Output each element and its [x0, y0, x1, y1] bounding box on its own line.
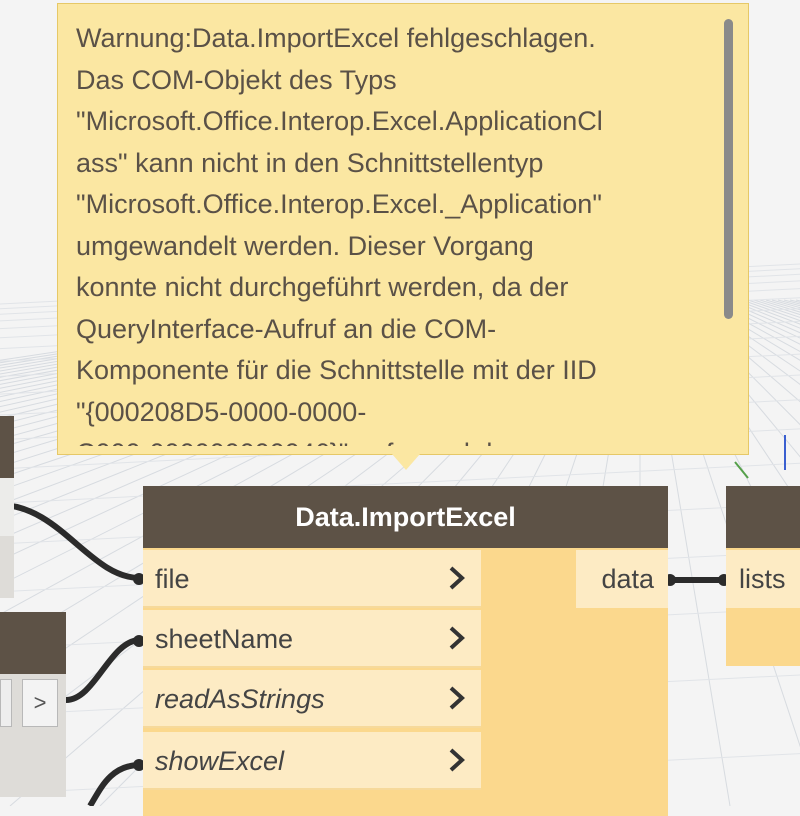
- port-label: lists: [739, 564, 786, 594]
- right-node-partial[interactable]: lists: [726, 486, 800, 666]
- tooltip-scrollbar[interactable]: [724, 19, 733, 319]
- wire-file[interactable]: [0, 502, 141, 581]
- port-label: data: [601, 564, 654, 594]
- left-node-partial[interactable]: >: [0, 612, 66, 797]
- input-port-file[interactable]: file: [143, 550, 481, 608]
- port-label: file: [155, 564, 190, 594]
- chevron-right-icon[interactable]: [445, 623, 469, 653]
- node-output-button[interactable]: >: [22, 679, 58, 727]
- input-port-sheetname[interactable]: sheetName: [143, 610, 481, 668]
- port-label: sheetName: [155, 624, 294, 654]
- input-port-readasstrings[interactable]: readAsStrings: [143, 670, 481, 728]
- port-label: readAsStrings: [155, 684, 325, 714]
- left-node-partial[interactable]: [0, 416, 14, 598]
- wire-sheetname[interactable]: [65, 637, 141, 703]
- dropdown-field[interactable]: [0, 679, 12, 727]
- tooltip-pointer: [392, 454, 420, 470]
- input-port-lists[interactable]: lists: [726, 550, 800, 608]
- import-excel-node[interactable]: Data.ImportExcel file sheetName readAsSt…: [143, 486, 668, 816]
- node-title[interactable]: Data.ImportExcel: [143, 486, 668, 548]
- node-header[interactable]: [0, 416, 14, 478]
- warning-message: Warnung:Data.ImportExcel fehlgeschlagen.…: [76, 23, 603, 446]
- wire-showexcel[interactable]: [87, 762, 141, 806]
- node-header[interactable]: [0, 612, 66, 674]
- chevron-right-icon[interactable]: [445, 563, 469, 593]
- chevron-right-icon[interactable]: [445, 683, 469, 713]
- chevron-right-icon[interactable]: [445, 745, 469, 775]
- output-port-data[interactable]: data: [576, 550, 668, 608]
- port-label: showExcel: [155, 746, 285, 776]
- node-header[interactable]: [726, 486, 800, 548]
- node-port[interactable]: [0, 478, 14, 536]
- warning-tooltip[interactable]: Warnung:Data.ImportExcel fehlgeschlagen.…: [57, 3, 749, 455]
- graph-canvas[interactable]: > Data.ImportExcel file sheetName readAs…: [0, 0, 800, 816]
- input-port-showexcel[interactable]: showExcel: [143, 732, 481, 790]
